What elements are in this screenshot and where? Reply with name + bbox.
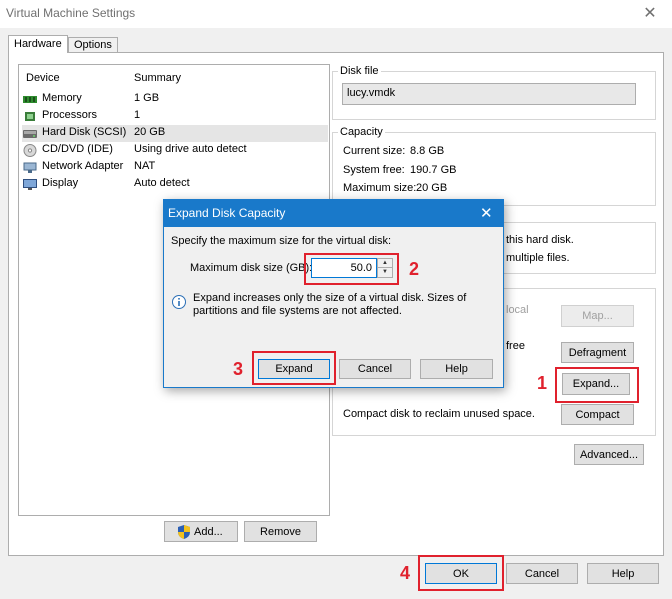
disk-info-line-1: this hard disk. <box>506 234 574 246</box>
dialog-info-line-2: partitions and file systems are not affe… <box>193 305 402 317</box>
map-button[interactable]: Map... <box>561 305 634 327</box>
network-adapter-icon <box>23 162 37 173</box>
map-local-text: local <box>506 304 529 316</box>
disk-file-title: Disk file <box>338 65 381 77</box>
compact-description: Compact disk to reclaim unused space. <box>343 408 535 420</box>
device-summary: NAT <box>134 160 156 172</box>
tab-hardware[interactable]: Hardware <box>8 35 68 53</box>
device-column-header[interactable]: Device <box>26 72 60 84</box>
disk-info-line-2: multiple files. <box>506 252 570 264</box>
info-icon <box>172 295 186 309</box>
defragment-button[interactable]: Defragment <box>561 342 634 363</box>
add-button[interactable]: Add... <box>164 521 238 542</box>
annotation-number-4: 4 <box>400 563 411 583</box>
device-name: Memory <box>42 92 82 104</box>
dialog-instruction: Specify the maximum size for the virtual… <box>171 235 392 247</box>
max-disk-size-label: Maximum disk size (GB): <box>190 262 313 274</box>
dialog-title-bar: Expand Disk Capacity ✕ <box>164 200 503 227</box>
help-button[interactable]: Help <box>587 563 659 584</box>
current-size-label: Current size: <box>343 145 406 157</box>
device-summary: Using drive auto detect <box>134 143 247 155</box>
device-row-memory[interactable]: Memory 1 GB <box>22 91 328 108</box>
system-free-label: System free: <box>343 164 405 176</box>
window-title: Virtual Machine Settings <box>6 6 136 20</box>
system-free-value: 190.7 GB <box>410 164 457 176</box>
close-icon[interactable]: ✕ <box>640 4 660 24</box>
device-name: Display <box>42 177 79 189</box>
dialog-info-line-1: Expand increases only the size of a virt… <box>193 292 467 304</box>
shield-icon <box>178 525 190 539</box>
advanced-button[interactable]: Advanced... <box>574 444 644 465</box>
add-button-label: Add... <box>194 526 223 538</box>
dialog-title: Expand Disk Capacity <box>168 206 286 220</box>
device-row-cd-dvd[interactable]: CD/DVD (IDE) Using drive auto detect <box>22 142 328 159</box>
device-name: CD/DVD (IDE) <box>42 143 113 155</box>
device-name: Network Adapter <box>42 160 124 172</box>
disk-file-field[interactable]: lucy.vmdk <box>342 83 636 105</box>
defragment-free-text: free <box>506 340 525 352</box>
annotation-box-2 <box>304 253 399 285</box>
device-row-processors[interactable]: Processors 1 <box>22 108 328 125</box>
hard-disk-icon <box>23 130 37 138</box>
maximum-size-value: 20 GB <box>416 182 448 194</box>
memory-icon <box>23 96 37 103</box>
dialog-cancel-button[interactable]: Cancel <box>339 359 411 379</box>
dialog-help-button[interactable]: Help <box>420 359 493 379</box>
title-bar: Virtual Machine Settings ✕ <box>0 0 672 28</box>
maximum-size-label: Maximum size: <box>343 182 417 194</box>
device-row-network-adapter[interactable]: Network Adapter NAT <box>22 159 328 176</box>
annotation-box-3 <box>252 351 336 385</box>
capacity-title: Capacity <box>338 126 385 138</box>
processor-icon <box>25 112 35 121</box>
display-icon <box>23 179 37 190</box>
device-row-hard-disk[interactable]: Hard Disk (SCSI) 20 GB <box>22 125 328 142</box>
dialog-close-icon[interactable]: ✕ <box>480 204 493 222</box>
current-size-value: 8.8 GB <box>410 145 445 157</box>
device-name: Processors <box>42 109 98 121</box>
summary-column-header[interactable]: Summary <box>134 72 181 84</box>
device-summary: 20 GB <box>134 126 166 138</box>
device-name: Hard Disk (SCSI) <box>42 126 127 138</box>
annotation-number-1: 1 <box>537 373 548 393</box>
device-row-display[interactable]: Display Auto detect <box>22 176 328 193</box>
annotation-number-3: 3 <box>233 359 244 379</box>
annotation-number-2: 2 <box>409 259 420 279</box>
cd-dvd-icon <box>23 144 37 157</box>
cancel-button[interactable]: Cancel <box>506 563 578 584</box>
tab-options[interactable]: Options <box>68 37 118 52</box>
compact-button[interactable]: Compact <box>561 404 634 425</box>
annotation-box-4 <box>418 555 504 591</box>
remove-button[interactable]: Remove <box>244 521 317 542</box>
device-summary: 1 GB <box>134 92 160 104</box>
device-summary: Auto detect <box>134 177 190 189</box>
device-summary: 1 <box>134 109 141 121</box>
annotation-box-1 <box>555 367 639 403</box>
